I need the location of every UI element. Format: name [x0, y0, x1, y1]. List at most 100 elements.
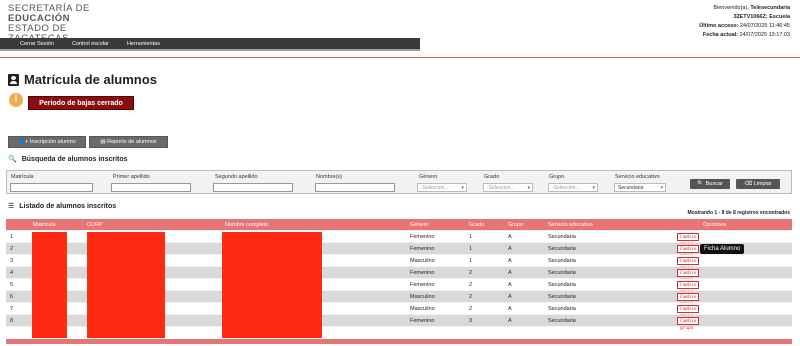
clear-button[interactable]: ⌫ Limpiar: [736, 179, 780, 189]
inscripcion-label: Inscripción alumno: [29, 139, 76, 145]
ficha-tooltip: Ficha Alumno: [700, 244, 745, 254]
records-count: Mostrando 1 - 8 de 8 registros encontrad…: [687, 210, 790, 216]
search-icon: 🔍: [8, 156, 17, 163]
cambio-grupo-button[interactable]: Cambio grupo: [677, 244, 700, 259]
cambio-grupo-button[interactable]: Cambio grupo: [677, 292, 700, 307]
row-servicio: Secundaria: [548, 257, 576, 264]
search-title-text: Búsqueda de alumnos inscritos: [21, 155, 128, 163]
table-header: Matrícula CURP Nombre completo Género Gr…: [6, 219, 792, 231]
row-genero: Femenino: [410, 281, 435, 288]
servicio-select[interactable]: Secundaria: [614, 183, 666, 192]
student-badge-icon: [8, 73, 19, 86]
col-nombre: Nombre completo: [225, 221, 269, 228]
row-servicio: Secundaria: [548, 245, 576, 252]
nombre-input[interactable]: [315, 183, 395, 192]
matricula-input[interactable]: [10, 183, 93, 192]
cambio-grupo-button[interactable]: Cambio grupo: [677, 268, 700, 283]
user-name: Telesecundaria: [750, 5, 790, 11]
segundo-apellido-input[interactable]: [213, 183, 293, 192]
row-servicio: Secundaria: [548, 317, 576, 324]
row-grado: 1: [469, 257, 473, 264]
students-table: Matrícula CURP Nombre completo Género Gr…: [6, 219, 792, 338]
nav-logout[interactable]: Cerrar Sesión: [20, 41, 54, 47]
cambio-grupo-button[interactable]: Cambio grupo: [677, 256, 700, 271]
primer-apellido-input[interactable]: [111, 183, 191, 192]
cambio-grupo-button[interactable]: Cambio grupo: [677, 304, 700, 319]
col-servicio: Servicio educativo: [548, 221, 593, 228]
row-genero: Masculino: [410, 305, 435, 312]
grupo-label: Grupo: [549, 174, 565, 180]
row-genero: Femenino: [410, 269, 435, 276]
clear-button-label: Limpiar: [753, 181, 772, 187]
page-title: Matrícula de alumnos: [8, 72, 157, 87]
redacted-matricula: [32, 232, 67, 338]
row-grupo: A: [508, 293, 512, 300]
redacted-curp: [87, 232, 165, 338]
search-button[interactable]: 🔍 Buscar: [690, 179, 730, 189]
grupo-select[interactable]: -Seleccion...: [548, 183, 598, 192]
primer-apellido-label: Primer apellido: [113, 174, 150, 180]
row-grado: 2: [469, 269, 473, 276]
row-grado: 1: [469, 233, 473, 240]
row-number: 3: [10, 257, 14, 264]
nombre-label: Nombre(s): [316, 174, 342, 180]
main-navbar: Cerrar Sesión Control escolar Herramient…: [0, 38, 420, 51]
nav-control-escolar[interactable]: Control escolar: [72, 41, 109, 47]
nav-herramientas[interactable]: Herramientas: [127, 41, 160, 47]
last-access: 24/07/2025 11:46:45: [739, 23, 790, 29]
row-options: Ficha↗Cambio grupo: [677, 292, 700, 307]
row-grado: 2: [469, 305, 473, 312]
user-plus-icon: 👤+: [18, 139, 30, 145]
search-filters: Matrícula Primer apellido Segundo apelli…: [6, 170, 792, 194]
cambio-grupo-button[interactable]: Cambio grupo: [677, 316, 700, 331]
col-curp: CURP: [87, 221, 103, 228]
page-title-text: Matrícula de alumnos: [24, 72, 157, 87]
row-grupo: A: [508, 245, 512, 252]
search-section-title: 🔍 Búsqueda de alumnos inscritos: [8, 155, 128, 164]
row-number: 6: [10, 293, 14, 300]
user-info: Bienvenido(a), Telesecundaria 32ETV1066Z…: [699, 4, 790, 40]
row-options: Ficha↗Cambio grupo: [677, 232, 700, 247]
reporte-button[interactable]: ▤ Reporte de alumnos: [89, 136, 168, 148]
list-section-title: ☰ Listado de alumnos inscritos: [8, 202, 116, 211]
list-icon: ☰: [8, 203, 15, 210]
grado-select[interactable]: -Seleccion...: [483, 183, 533, 192]
info-icon: i: [9, 93, 23, 107]
redacted-nombre: [222, 232, 322, 338]
cambio-grupo-button[interactable]: Cambio grupo: [677, 280, 700, 295]
search-btn-icon: 🔍: [697, 181, 706, 187]
row-servicio: Secundaria: [548, 281, 576, 288]
inscripcion-button[interactable]: 👤+ Inscripción alumno: [8, 136, 86, 148]
row-options: Ficha↗Cambio grupo: [677, 244, 700, 259]
search-button-label: Buscar: [705, 181, 723, 187]
row-grado: 2: [469, 281, 473, 288]
row-number: 7: [10, 305, 14, 312]
table-footer-bar: [6, 339, 792, 344]
row-grupo: A: [508, 269, 512, 276]
current-date-label: Fecha actual:: [702, 32, 738, 38]
row-genero: Femenino: [410, 245, 435, 252]
matricula-label: Matrícula: [11, 174, 34, 180]
col-genero: Género: [410, 221, 429, 228]
row-servicio: Secundaria: [548, 305, 576, 312]
col-grupo: Grupo: [508, 221, 524, 228]
reporte-label: Reporte de alumnos: [107, 139, 157, 145]
genero-select[interactable]: -Seleccion...: [417, 183, 467, 192]
row-options: Ficha↗Cambio grupo: [677, 304, 700, 319]
row-options: Ficha↗Cambio grupo: [677, 280, 700, 295]
header-divider: [0, 57, 800, 58]
cambio-grupo-button[interactable]: Cambio grupo: [677, 232, 700, 247]
segundo-apellido-label: Segundo apellido: [215, 174, 258, 180]
row-grupo: A: [508, 257, 512, 264]
row-genero: Masculino: [410, 257, 435, 264]
eraser-icon: ⌫: [744, 181, 754, 187]
current-date: 24/07/2025 13:17:03: [739, 32, 790, 38]
row-number: 5: [10, 281, 14, 288]
row-grupo: A: [508, 305, 512, 312]
row-genero: Femenino: [410, 317, 435, 324]
row-number: 4: [10, 269, 14, 276]
row-options: Ficha↗Cambio grupo: [677, 316, 700, 331]
row-options: Ficha↗Cambio grupo: [677, 268, 700, 283]
col-matricula: Matrícula: [33, 221, 56, 228]
last-access-label: Último acceso:: [699, 23, 739, 29]
